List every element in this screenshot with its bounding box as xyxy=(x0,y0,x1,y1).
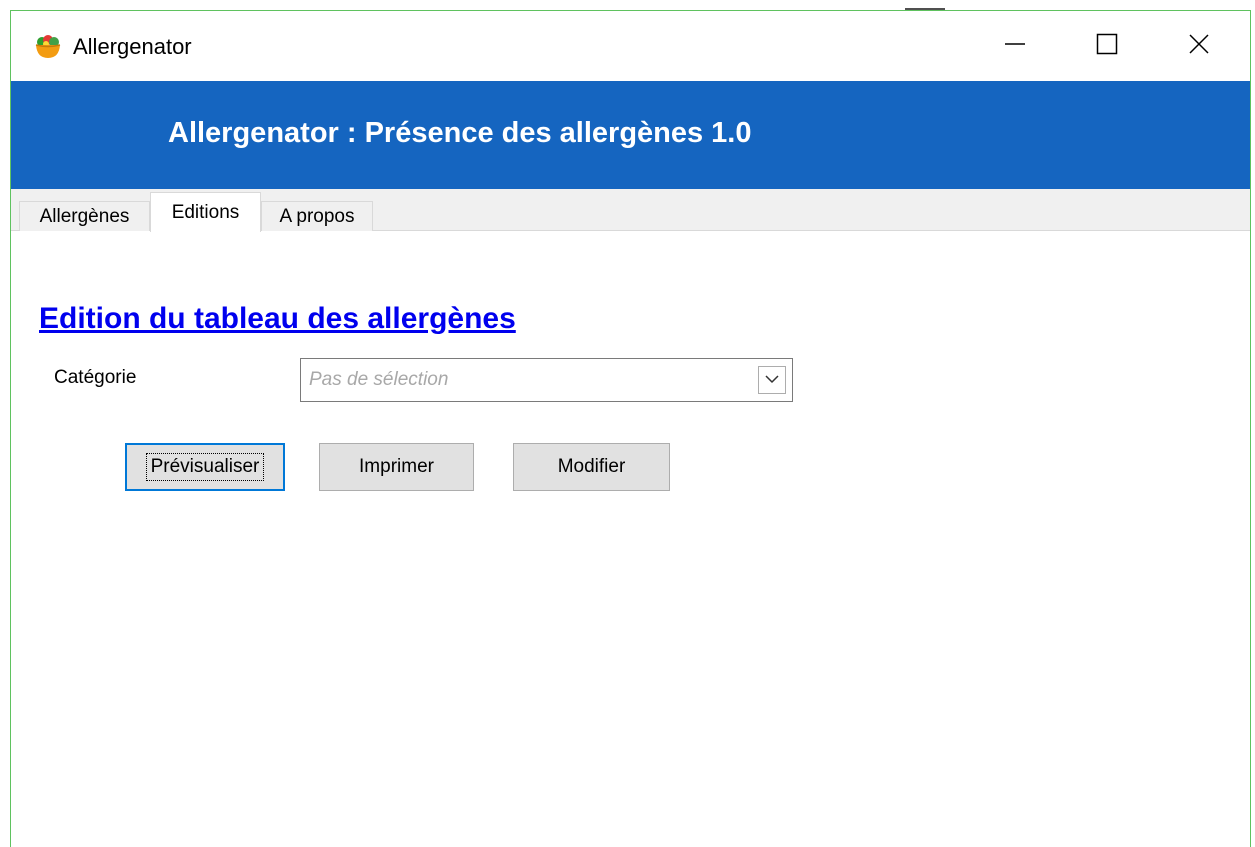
maximize-button[interactable] xyxy=(1061,11,1153,81)
header-banner: Allergenator : Présence des allergènes 1… xyxy=(11,81,1250,189)
close-icon xyxy=(1188,33,1210,60)
tab-editions[interactable]: Editions xyxy=(150,192,261,232)
dropdown-toggle[interactable] xyxy=(758,366,786,394)
minimize-button[interactable] xyxy=(969,11,1061,81)
category-label: Catégorie xyxy=(54,367,137,388)
modify-button-label: Modifier xyxy=(557,456,626,477)
title-bar[interactable]: Allergenator xyxy=(11,11,1250,81)
chevron-down-icon xyxy=(765,371,779,389)
category-placeholder: Pas de sélection xyxy=(309,369,449,390)
preview-button[interactable]: Prévisualiser xyxy=(125,443,285,491)
modify-button[interactable]: Modifier xyxy=(513,443,670,491)
print-button-label: Imprimer xyxy=(359,456,434,477)
category-dropdown[interactable]: Pas de sélection xyxy=(300,358,793,402)
minimize-icon xyxy=(1004,33,1026,60)
window-title: Allergenator xyxy=(73,34,192,59)
app-window: Allergenator Allergenator : Présence des… xyxy=(10,10,1251,847)
tab-a-propos[interactable]: A propos xyxy=(261,201,373,231)
print-button[interactable]: Imprimer xyxy=(319,443,474,491)
banner-title: Allergenator : Présence des allergènes 1… xyxy=(168,117,752,149)
tab-allergenes[interactable]: Allergènes xyxy=(19,201,150,231)
close-button[interactable] xyxy=(1153,11,1245,81)
section-title: Edition du tableau des allergènes xyxy=(39,302,516,335)
editions-panel: Edition du tableau des allergènes Catégo… xyxy=(11,231,1250,847)
preview-button-label: Prévisualiser xyxy=(145,453,265,481)
tab-strip: Allergènes Editions A propos xyxy=(11,189,1250,232)
maximize-icon xyxy=(1096,33,1118,60)
salad-bowl-icon xyxy=(33,32,63,62)
